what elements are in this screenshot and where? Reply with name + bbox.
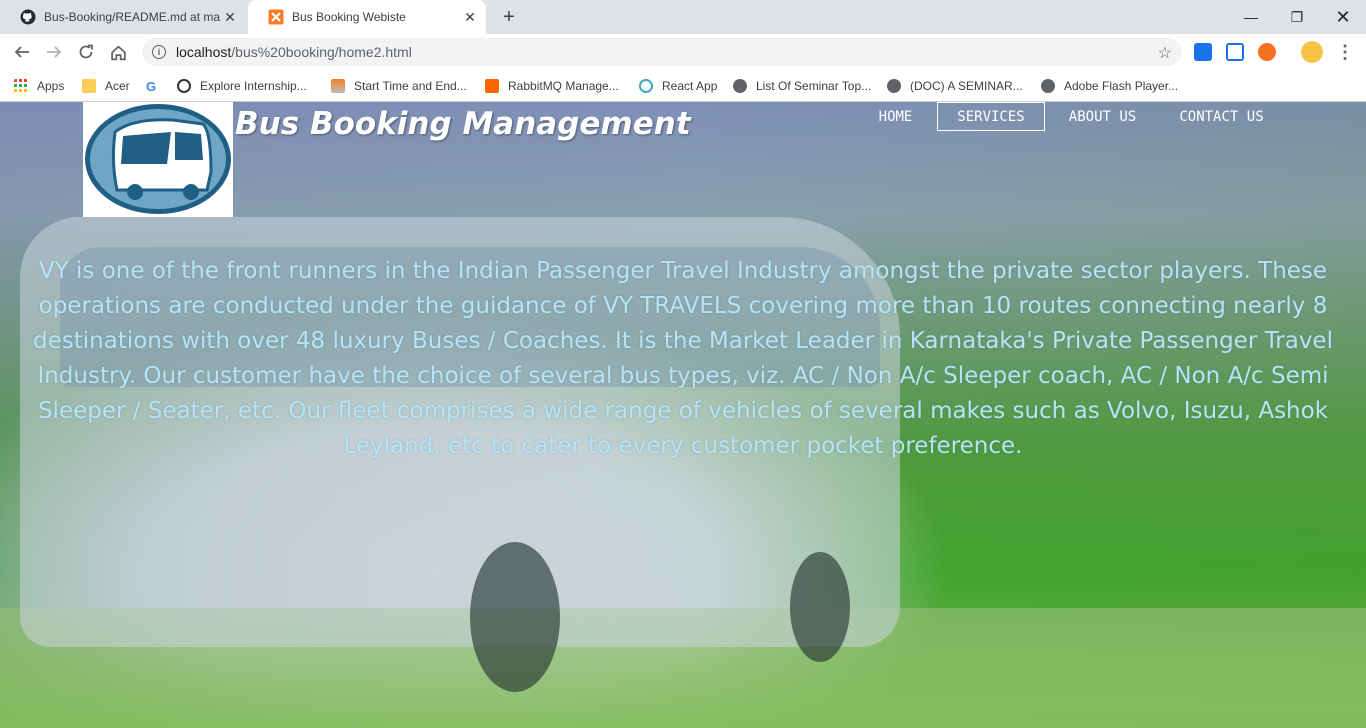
bookmark-explore-internship[interactable]: Explore Internship... [177,77,307,95]
nav-services[interactable]: SERVICES [937,102,1045,131]
bookmark-doc-seminar[interactable]: (DOC) A SEMINAR... [887,77,1023,95]
about-paragraph: VY is one of the front runners in the In… [33,258,1333,459]
tab-title: Bus Booking Webiste [292,10,406,24]
menu-kebab-icon[interactable]: ⋮ [1335,42,1355,62]
folder-icon [82,79,96,93]
github-icon [20,9,36,25]
bookmarks-bar: Apps Acer G Explore Internship... Start … [0,70,1366,102]
tab-title: Bus-Booking/README.md at ma [44,10,221,24]
nav-contact-us[interactable]: CONTACT US [1170,102,1273,131]
bookmark-label: Acer [105,79,130,93]
site-logo[interactable] [83,102,233,217]
close-window-button[interactable]: ✕ [1320,0,1366,34]
minimize-button[interactable]: — [1228,0,1274,34]
globe-icon [1041,79,1055,93]
extension-translate-icon[interactable] [1194,43,1212,61]
bookmark-label: (DOC) A SEMINAR... [910,79,1023,93]
bookmark-apps[interactable]: Apps [14,77,64,95]
bus-wheel [790,552,850,662]
bookmark-seminar-topics[interactable]: List Of Seminar Top... [733,77,871,95]
bookmark-adobe-flash[interactable]: Adobe Flash Player... [1041,77,1178,95]
bookmark-label: Explore Internship... [200,79,307,93]
home-button[interactable] [108,42,128,62]
bus-logo-icon [85,104,231,214]
globe-icon [887,79,901,93]
globe-icon [733,79,747,93]
profile-avatar[interactable] [1301,41,1323,63]
react-icon [639,79,653,93]
bookmark-label: RabbitMQ Manage... [508,79,619,93]
bookmark-google[interactable]: G [146,77,156,95]
extension-screen-icon[interactable] [1226,43,1244,61]
nav-home[interactable]: HOME [868,102,923,131]
xampp-icon [268,9,284,25]
bookmark-star-icon[interactable]: ☆ [1158,43,1172,63]
forward-arrow-icon [47,46,62,58]
bookmark-rabbitmq[interactable]: RabbitMQ Manage... [485,77,619,95]
stack-icon [331,79,345,93]
tab-github-readme[interactable]: Bus-Booking/README.md at ma ✕ [0,0,246,34]
back-button[interactable] [12,42,32,62]
hero-background: Bus Booking Management HOME SERVICES ABO… [0,102,1366,728]
info-icon[interactable]: i [152,45,166,59]
bookmark-label: Apps [37,79,65,93]
google-icon: G [146,78,157,94]
address-url: localhost/bus%20booking/home2.html [176,44,412,60]
bookmark-label: React App [662,79,718,93]
restore-button[interactable]: ❐ [1274,0,1320,34]
back-arrow-icon [14,46,29,58]
apps-grid-icon [14,79,27,92]
tab-bus-booking[interactable]: Bus Booking Webiste ✕ [248,0,486,34]
bookmark-start-time[interactable]: Start Time and End... [331,77,467,95]
browser-toolbar: i localhost/bus%20booking/home2.html ☆ ⋮ [0,34,1366,70]
home-icon [110,45,126,60]
tab-close-icon[interactable]: ✕ [222,9,238,26]
site-brand-title: Bus Booking Management [235,106,691,142]
reload-button[interactable] [76,42,96,62]
address-bar[interactable]: i localhost/bus%20booking/home2.html ☆ [142,38,1182,66]
tab-strip: Bus-Booking/README.md at ma ✕ Bus Bookin… [0,0,1366,34]
tab-close-icon[interactable]: ✕ [462,9,478,26]
extension-orange-icon[interactable] [1258,43,1276,61]
bookmark-label: Start Time and End... [354,79,467,93]
rabbitmq-icon [485,79,499,93]
nav-about-us[interactable]: ABOUT US [1059,102,1146,131]
site-icon [177,79,191,93]
bookmark-acer[interactable]: Acer [82,77,130,95]
bus-wheel [470,542,560,692]
bookmark-label: Adobe Flash Player... [1064,79,1179,93]
bookmark-label: List Of Seminar Top... [756,79,872,93]
bookmark-react-app[interactable]: React App [639,77,717,95]
new-tab-button[interactable]: + [500,7,518,27]
reload-icon [79,44,93,59]
forward-button[interactable] [44,42,64,62]
